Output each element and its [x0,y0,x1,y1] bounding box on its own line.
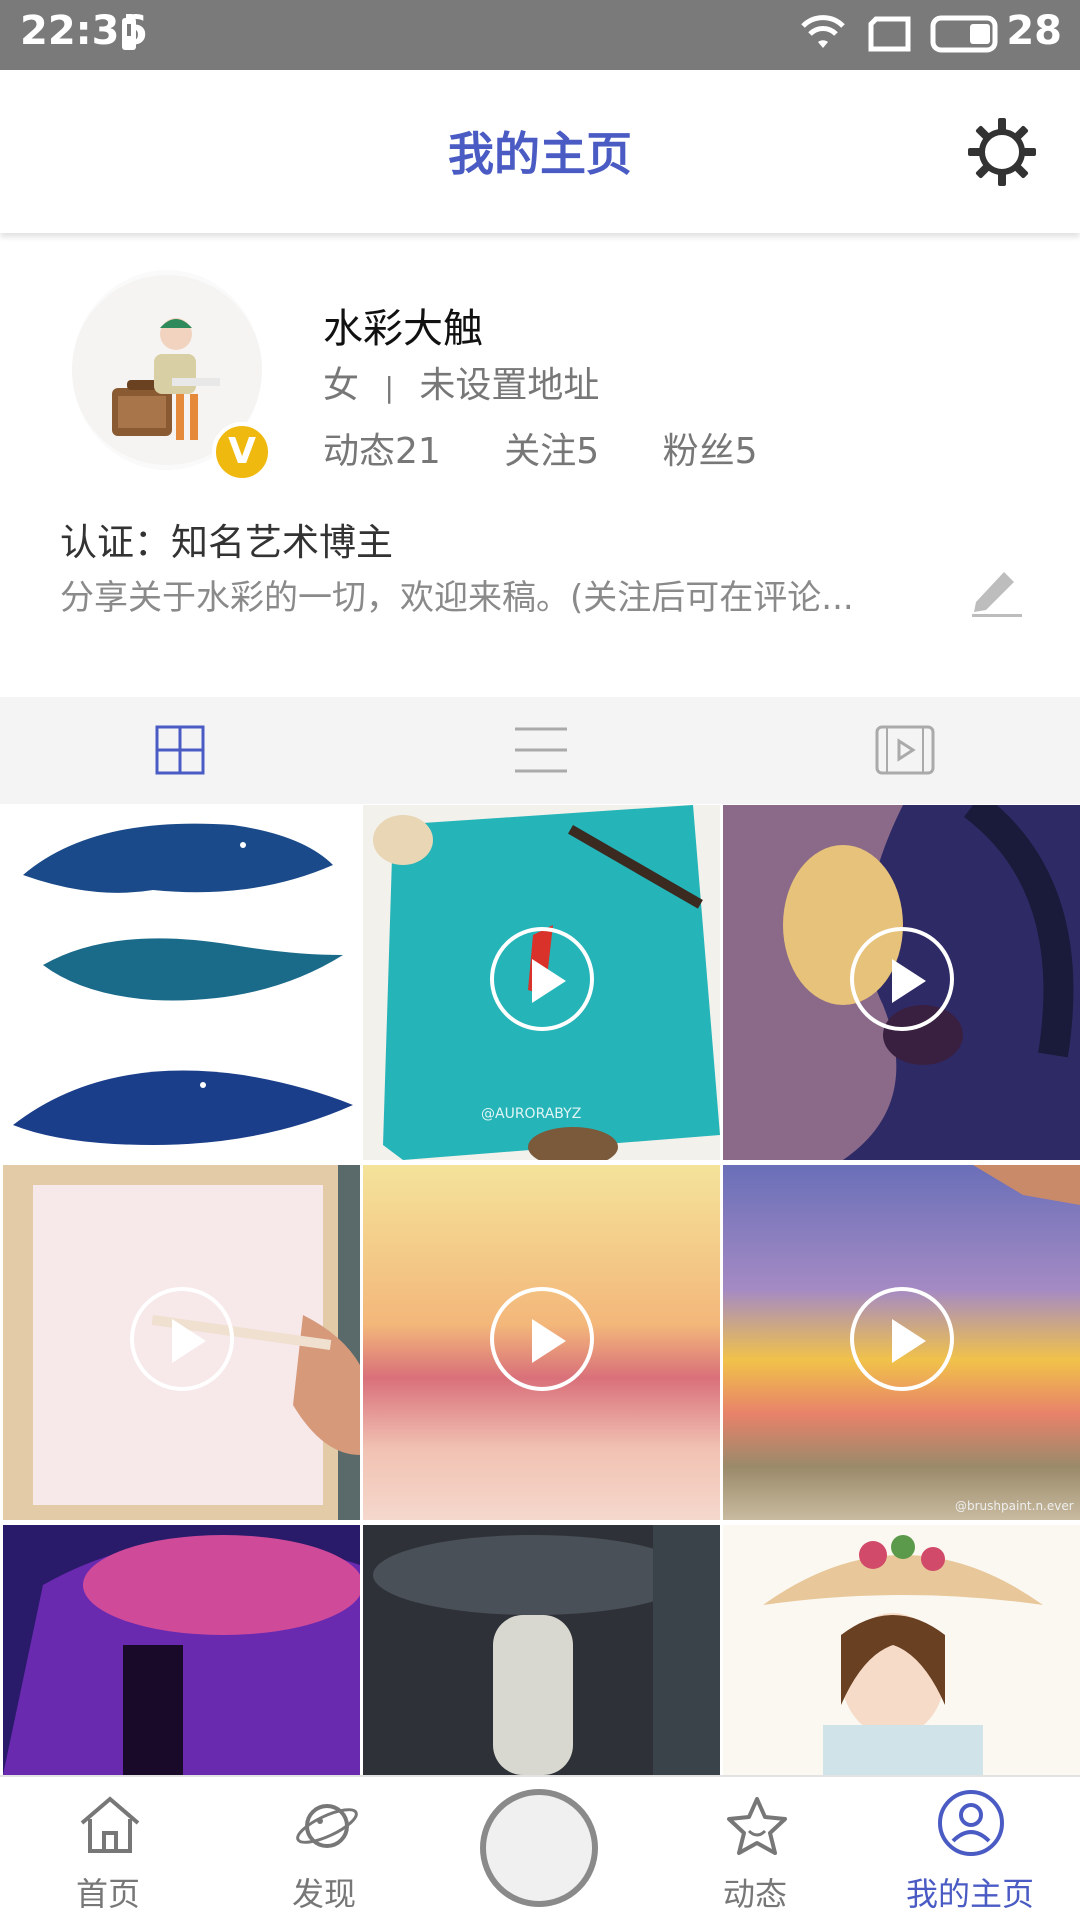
nav-feed-label: 动态 [722,1875,787,1913]
tab-grid-view[interactable] [0,697,360,804]
certification-text: 认证：知名艺术博主 [60,521,393,564]
play-button[interactable] [850,927,954,1031]
page-title: 我的主页 [448,127,632,181]
profile-meta: 女 | 未设置地址 [323,356,599,408]
nav-home-label: 首页 [75,1875,140,1913]
star-feed-icon [727,1797,787,1855]
battery-saver-icon [122,14,136,50]
profile-person-icon [938,1790,1004,1856]
fans-count[interactable]: 粉丝5 [663,431,758,472]
meta-separator: | [384,371,394,404]
bottom-navigation: 首页 发现 动态 我的主页 [0,1775,1080,1922]
grid-item[interactable] [3,1525,360,1775]
girl-portrait-thumbnail [723,1525,1080,1775]
battery-level: 28 [1006,8,1062,54]
settings-gear-icon[interactable] [966,116,1038,188]
play-button[interactable] [490,927,594,1031]
grid-item[interactable]: @AURORABYZ [363,805,720,1160]
nav-feed[interactable]: 动态 [655,1777,855,1922]
location-label[interactable]: 未设置地址 [419,365,599,406]
nav-discover[interactable]: 发现 [224,1777,424,1922]
grid-item[interactable] [723,805,1080,1160]
grid-item[interactable] [3,1165,360,1520]
nav-profile[interactable]: 我的主页 [870,1777,1070,1922]
grid-item[interactable] [363,1165,720,1520]
grid-item[interactable]: @brushpaint.n.ever [723,1165,1080,1520]
bio-text: 分享关于水彩的一切，欢迎来稿。(关注后可在评论... [60,578,854,618]
tab-list-view[interactable] [360,697,720,804]
video-film-icon [875,725,935,775]
whale-painting-thumbnail [13,823,353,1145]
wifi-icon [801,15,845,48]
grid-icon [155,725,205,775]
status-bar: 22:36 28 [0,0,1080,70]
space-capsule-thumbnail [363,1525,720,1775]
username: 水彩大触 [323,306,483,352]
profile-stats: 动态21 关注5 粉丝5 [323,422,810,474]
play-button[interactable] [850,1287,954,1391]
nav-home[interactable]: 首页 [8,1777,208,1922]
home-icon [80,1796,140,1853]
purple-sculpture-thumbnail [3,1525,360,1775]
play-button[interactable] [490,1287,594,1391]
verified-badge: V [212,422,272,482]
nav-profile-label: 我的主页 [905,1875,1034,1913]
battery-icon [930,15,998,53]
posts-count[interactable]: 动态21 [323,431,441,472]
grid-item[interactable] [363,1525,720,1775]
top-app-bar: 我的主页 [0,70,1080,233]
screen-rotate-icon [868,16,911,52]
camera-capture-button[interactable] [480,1789,598,1907]
watermark-aurorabyz: @AURORABYZ [481,1106,581,1122]
planet-icon [296,1804,358,1848]
gender-label: 女 [323,365,360,406]
post-grid: @AURORABYZ @brushpaint.n.ever [0,805,1080,1775]
grid-item[interactable] [3,805,360,1160]
nav-discover-label: 发现 [291,1875,356,1913]
tab-video-view[interactable] [720,697,1080,804]
view-mode-tabs [0,697,1080,804]
play-button[interactable] [130,1287,234,1391]
grid-item[interactable] [723,1525,1080,1775]
list-icon [515,727,567,773]
edit-pencil-icon[interactable] [966,558,1026,618]
following-count[interactable]: 关注5 [504,431,599,472]
watermark-brushpaint: @brushpaint.n.ever [955,1499,1074,1513]
